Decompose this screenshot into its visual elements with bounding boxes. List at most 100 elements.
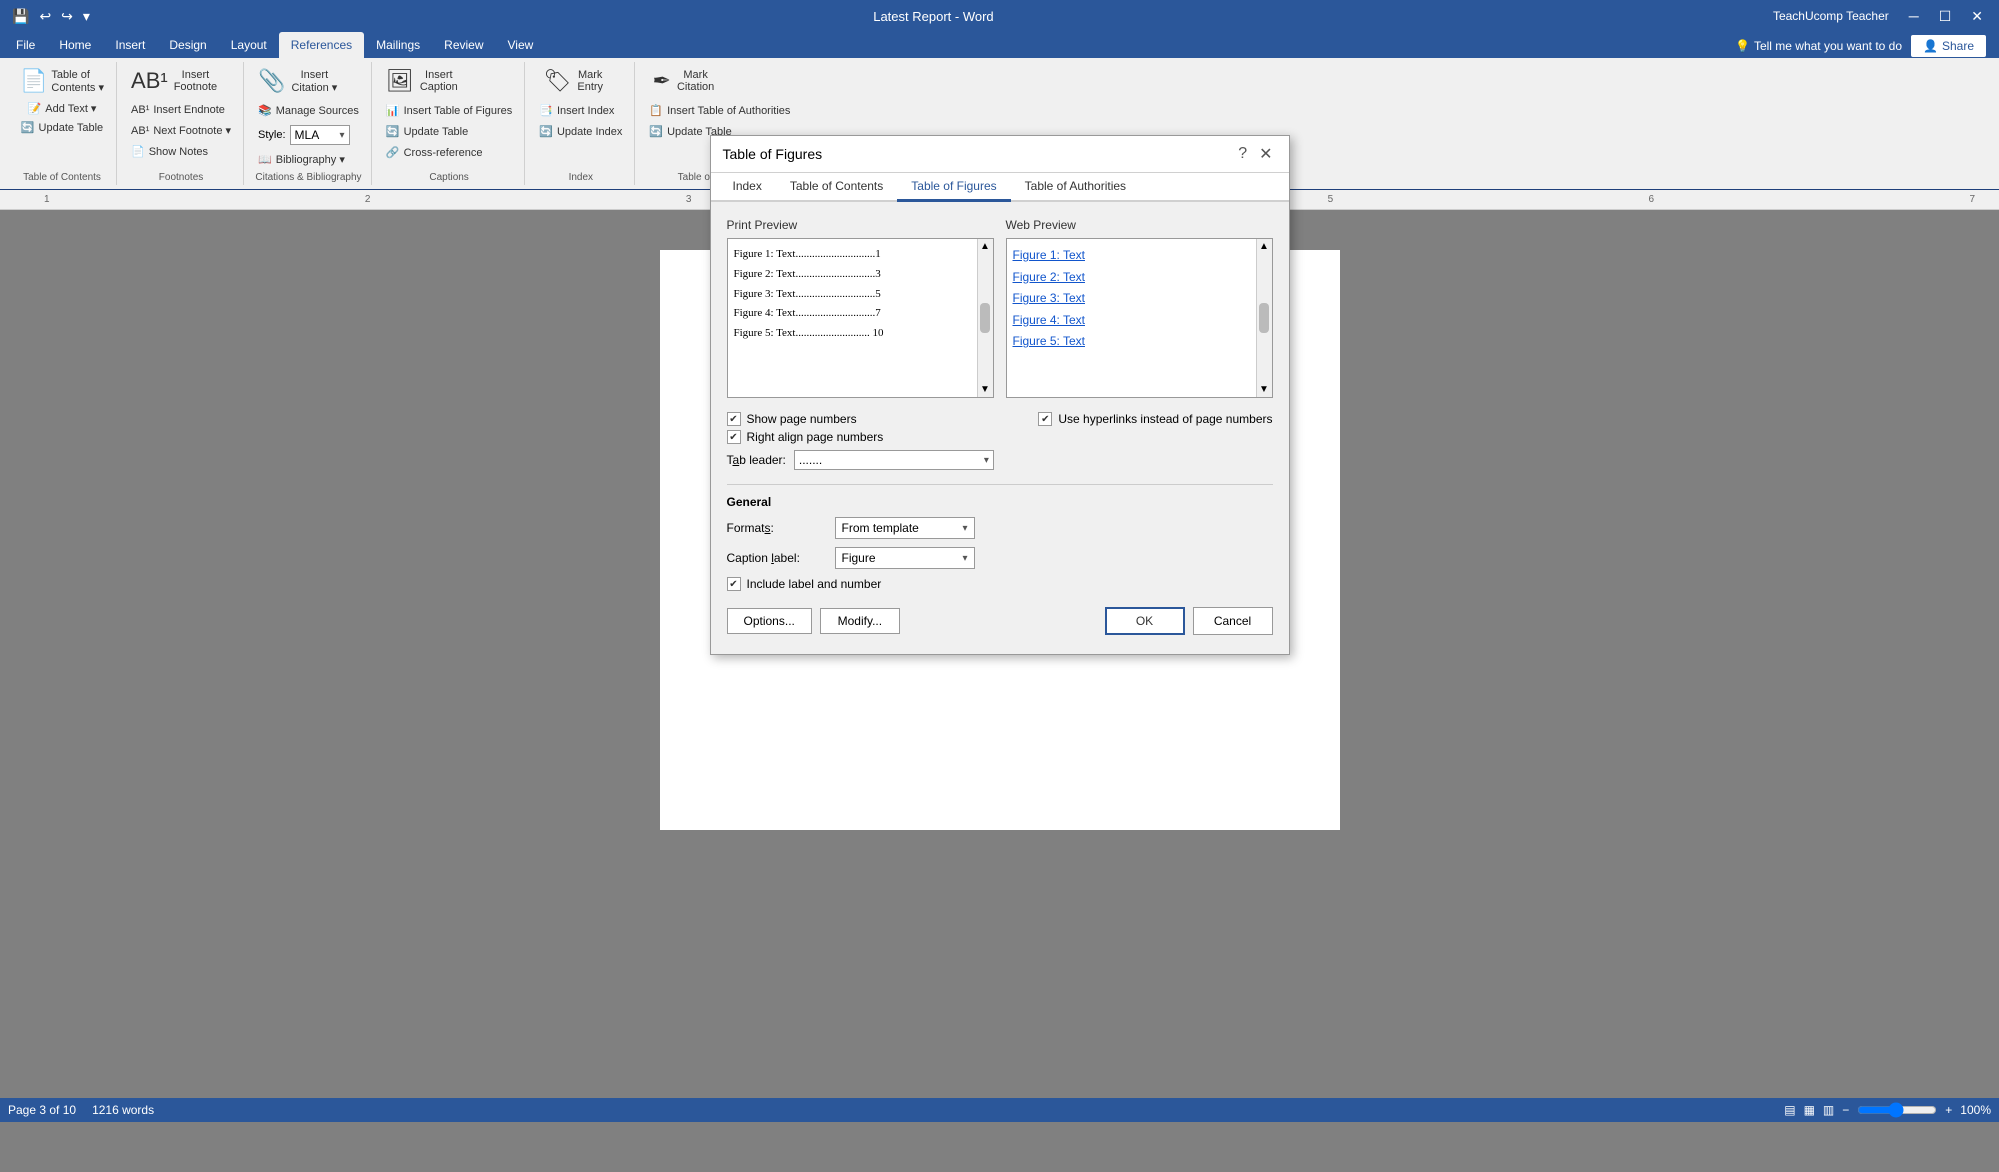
web-preview-item-4[interactable]: Figure 4: Text bbox=[1013, 310, 1252, 332]
mark-entry-button[interactable]: 🏷 MarkEntry bbox=[533, 64, 613, 98]
toc-group-label: Table of Contents bbox=[23, 170, 101, 183]
tab-view[interactable]: View bbox=[496, 32, 546, 58]
layout-icon-1[interactable]: ▤ bbox=[1784, 1103, 1795, 1117]
general-section-title: General bbox=[727, 495, 1273, 509]
ribbon-group-captions: 🖼 InsertCaption 📊 Insert Table of Figure… bbox=[374, 62, 525, 185]
layout-icon-2[interactable]: ▦ bbox=[1804, 1103, 1815, 1117]
formats-row: Formats: From template ▾ bbox=[727, 517, 1273, 539]
title-bar: 💾 ↩ ↪ ▾ Latest Report - Word TeachUcomp … bbox=[0, 0, 1999, 32]
mark-entry-icon: 🏷 bbox=[543, 68, 571, 94]
tell-me-input[interactable]: 💡 Tell me what you want to do bbox=[1735, 39, 1902, 53]
tab-insert[interactable]: Insert bbox=[103, 32, 157, 58]
word-count: 1216 words bbox=[92, 1103, 154, 1117]
minimize-button[interactable]: ─ bbox=[1901, 6, 1927, 26]
tab-file[interactable]: File bbox=[4, 32, 47, 58]
web-preview-scrollbar[interactable]: ▲ ▼ bbox=[1256, 239, 1272, 397]
scroll-thumb[interactable] bbox=[980, 303, 990, 333]
insert-caption-button[interactable]: 🖼 InsertCaption bbox=[380, 64, 464, 98]
next-footnote-icon: AB¹ bbox=[131, 125, 149, 137]
tab-references[interactable]: References bbox=[279, 32, 364, 58]
tab-leader-dropdown[interactable]: ....... ▾ bbox=[794, 450, 994, 470]
zoom-slider[interactable] bbox=[1857, 1102, 1937, 1118]
zoom-in-icon[interactable]: + bbox=[1945, 1103, 1952, 1117]
cancel-button[interactable]: Cancel bbox=[1193, 607, 1273, 635]
customize-qat-icon[interactable]: ▾ bbox=[79, 6, 94, 27]
modify-button[interactable]: Modify... bbox=[820, 608, 900, 634]
show-notes-button[interactable]: 📄 Show Notes bbox=[125, 143, 214, 160]
ok-button[interactable]: OK bbox=[1105, 607, 1185, 635]
redo-icon[interactable]: ↪ bbox=[57, 6, 77, 27]
dialog-tab-index[interactable]: Index bbox=[719, 173, 776, 202]
tab-design[interactable]: Design bbox=[157, 32, 218, 58]
tab-review[interactable]: Review bbox=[432, 32, 495, 58]
tab-layout[interactable]: Layout bbox=[219, 32, 279, 58]
table-of-contents-button[interactable]: 📄 Table ofContents ▾ bbox=[14, 64, 110, 98]
zoom-out-icon[interactable]: − bbox=[1842, 1103, 1849, 1117]
use-hyperlinks-checkbox[interactable]: ✔ bbox=[1038, 412, 1052, 426]
insert-index-icon: 📑 bbox=[539, 104, 553, 117]
insert-endnote-button[interactable]: AB¹ Insert Endnote bbox=[125, 102, 231, 118]
web-preview-item-3[interactable]: Figure 3: Text bbox=[1013, 288, 1252, 310]
scroll-up-icon[interactable]: ▲ bbox=[978, 239, 992, 254]
endnote-icon: AB¹ bbox=[131, 104, 149, 116]
save-icon[interactable]: 💾 bbox=[8, 6, 33, 27]
insert-table-of-figures-button[interactable]: 📊 Insert Table of Figures bbox=[380, 102, 518, 119]
insert-table-of-authorities-button[interactable]: 📋 Insert Table of Authorities bbox=[643, 102, 796, 119]
web-preview-item-2[interactable]: Figure 2: Text bbox=[1013, 267, 1252, 289]
dialog-tab-tof[interactable]: Table of Figures bbox=[897, 173, 1010, 202]
print-preview-scrollbar[interactable]: ▲ ▼ bbox=[977, 239, 993, 397]
web-preview-item-5[interactable]: Figure 5: Text bbox=[1013, 331, 1252, 353]
maximize-button[interactable]: ☐ bbox=[1931, 6, 1960, 27]
bibliography-button[interactable]: 📖 Bibliography ▾ bbox=[252, 151, 351, 168]
caption-label-dropdown[interactable]: Figure ▾ bbox=[835, 547, 975, 569]
dialog-tab-toa[interactable]: Table of Authorities bbox=[1011, 173, 1140, 202]
toa-icon: 📋 bbox=[649, 104, 663, 117]
web-preview-label: Web Preview bbox=[1006, 218, 1273, 232]
insert-index-button[interactable]: 📑 Insert Index bbox=[533, 102, 620, 119]
right-align-checkbox[interactable]: ✔ bbox=[727, 430, 741, 444]
share-button[interactable]: 👤 Share bbox=[1910, 34, 1987, 58]
add-text-button[interactable]: 📝 Add Text ▾ bbox=[22, 100, 103, 117]
close-button[interactable]: ✕ bbox=[1963, 6, 1991, 27]
update-table-captions-button[interactable]: 🔄 Update Table bbox=[380, 123, 474, 140]
right-align-option[interactable]: ✔ Right align page numbers bbox=[727, 430, 884, 444]
use-hyperlinks-option[interactable]: ✔ Use hyperlinks instead of page numbers bbox=[1038, 412, 1272, 426]
options-section: ✔ Show page numbers ✔ Right align page n… bbox=[727, 412, 1273, 444]
insert-citation-button[interactable]: 📎 InsertCitation ▾ bbox=[252, 64, 343, 98]
dialog-tab-toc[interactable]: Table of Contents bbox=[776, 173, 897, 202]
dialog-help-button[interactable]: ? bbox=[1234, 144, 1251, 164]
include-label-number-option[interactable]: ✔ Include label and number bbox=[727, 577, 1273, 591]
tab-leader-arrow-icon: ▾ bbox=[984, 455, 989, 466]
dialog-close-button[interactable]: ✕ bbox=[1255, 144, 1276, 164]
print-preview-box: Figure 1: Text..........................… bbox=[727, 238, 994, 398]
scroll-down-icon[interactable]: ▼ bbox=[978, 382, 992, 397]
include-label-number-checkbox[interactable]: ✔ bbox=[727, 577, 741, 591]
tab-mailings[interactable]: Mailings bbox=[364, 32, 432, 58]
preview-row: Print Preview Figure 1: Text............… bbox=[727, 218, 1273, 398]
web-preview-box: Figure 1: Text Figure 2: Text Figure 3: … bbox=[1006, 238, 1273, 398]
show-page-numbers-checkbox[interactable]: ✔ bbox=[727, 412, 741, 426]
layout-icon-3[interactable]: ▥ bbox=[1823, 1103, 1834, 1117]
update-index-button[interactable]: 🔄 Update Index bbox=[533, 123, 628, 140]
next-footnote-button[interactable]: AB¹ Next Footnote ▾ bbox=[125, 122, 237, 139]
ribbon-group-toc: 📄 Table ofContents ▾ 📝 Add Text ▾ 🔄 Upda… bbox=[8, 62, 117, 185]
web-preview-panel: Web Preview Figure 1: Text Figure 2: Tex… bbox=[1006, 218, 1273, 398]
style-dropdown[interactable]: MLA ▾ bbox=[290, 125, 350, 145]
tab-home[interactable]: Home bbox=[47, 32, 103, 58]
insert-footnote-button[interactable]: AB¹ InsertFootnote bbox=[125, 64, 223, 98]
show-page-numbers-option[interactable]: ✔ Show page numbers bbox=[727, 412, 884, 426]
formats-dropdown[interactable]: From template ▾ bbox=[835, 517, 975, 539]
web-preview-item-1[interactable]: Figure 1: Text bbox=[1013, 245, 1252, 267]
undo-icon[interactable]: ↩ bbox=[35, 6, 55, 27]
mark-citation-button[interactable]: ✒ MarkCitation bbox=[643, 64, 723, 98]
update-table-toc-button[interactable]: 🔄 Update Table bbox=[15, 119, 109, 136]
dialog-titlebar: Table of Figures ? ✕ bbox=[711, 136, 1289, 173]
web-scroll-thumb[interactable] bbox=[1259, 303, 1269, 333]
web-scroll-up-icon[interactable]: ▲ bbox=[1257, 239, 1271, 254]
options-button[interactable]: Options... bbox=[727, 608, 812, 634]
tab-leader-value: ....... bbox=[799, 453, 822, 467]
web-scroll-down-icon[interactable]: ▼ bbox=[1257, 382, 1271, 397]
style-selector: Style: MLA ▾ bbox=[252, 123, 356, 147]
manage-sources-button[interactable]: 📚 Manage Sources bbox=[252, 102, 365, 119]
cross-reference-button[interactable]: 🔗 Cross-reference bbox=[380, 144, 489, 161]
